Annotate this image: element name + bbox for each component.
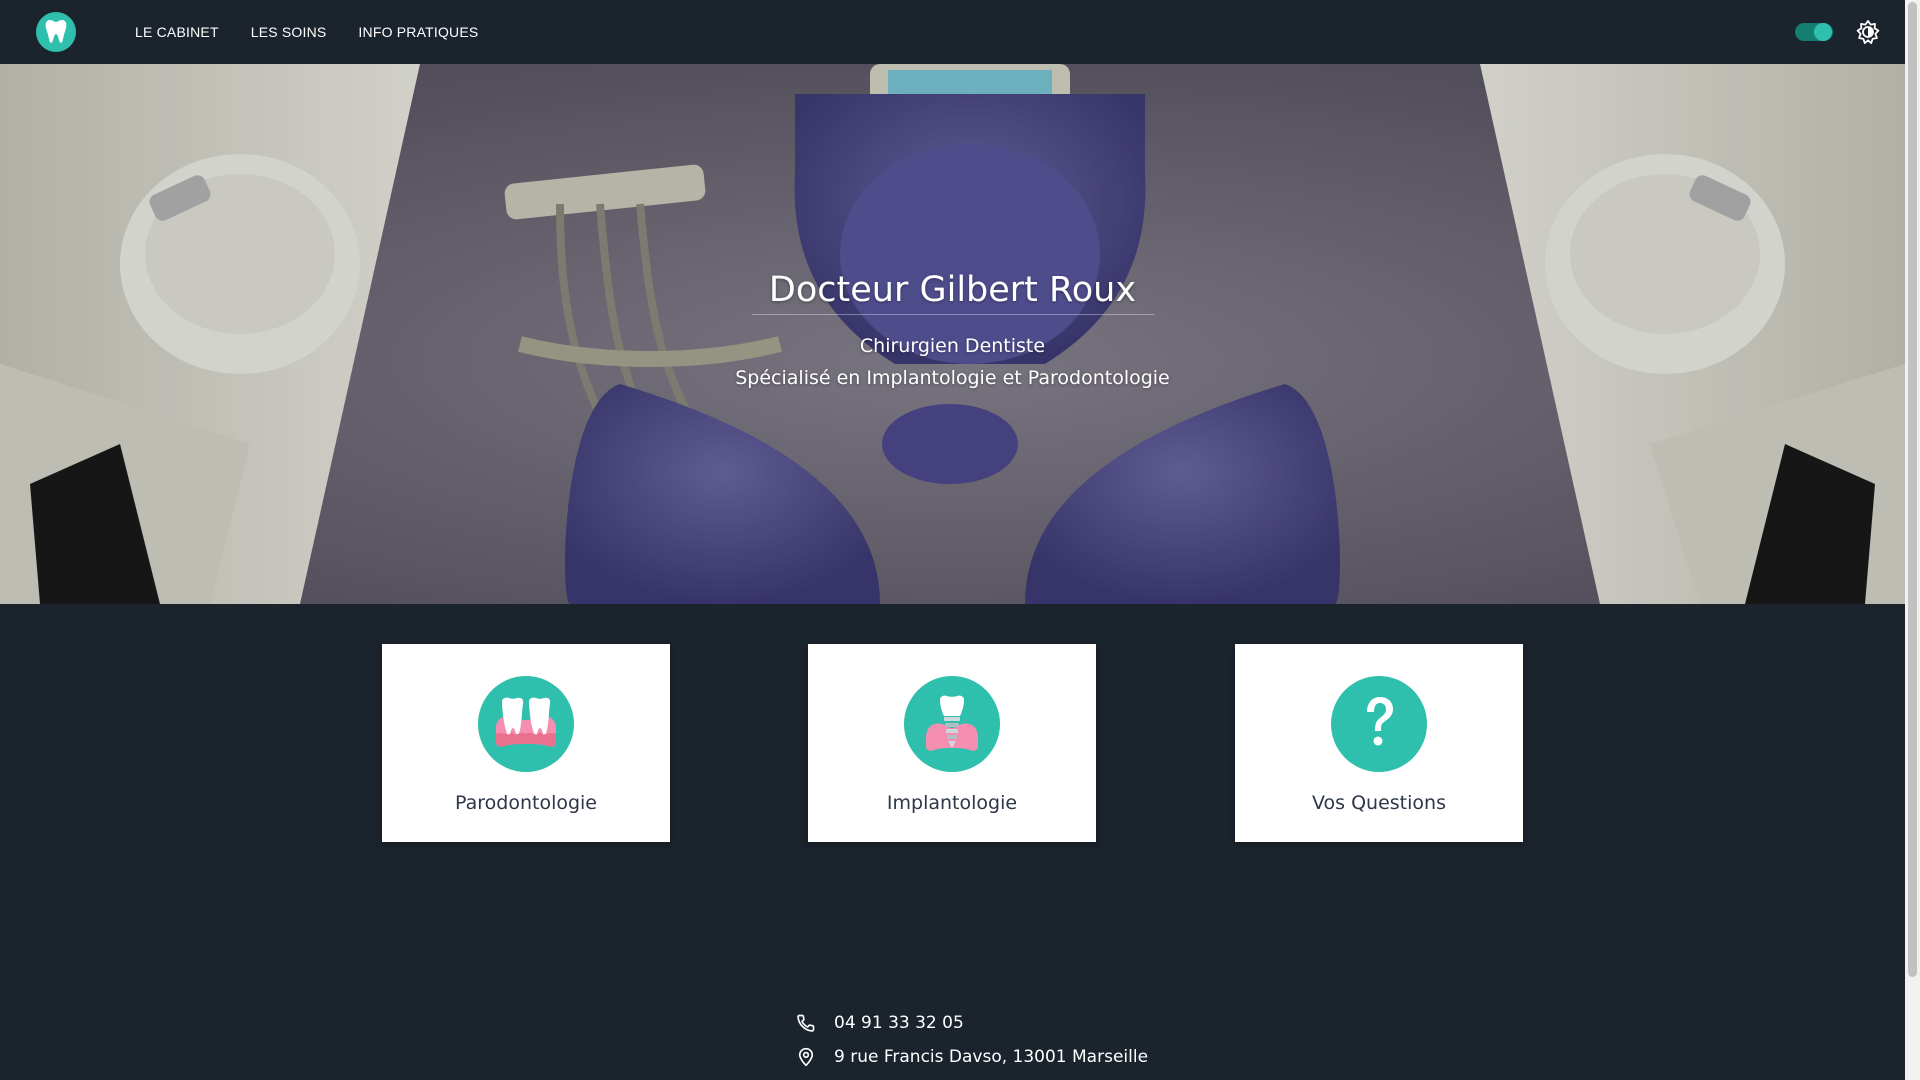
hero-text-block: Docteur Gilbert Roux Chirurgien Dentiste… bbox=[0, 64, 1905, 604]
card-label: Vos Questions bbox=[1312, 792, 1446, 814]
page-scrollbar[interactable] bbox=[1905, 0, 1920, 1080]
card-parodontologie[interactable]: Parodontologie bbox=[382, 644, 670, 842]
phone-number: 04 91 33 32 05 bbox=[834, 1013, 964, 1033]
hero-subtitle: Chirurgien Dentiste bbox=[859, 335, 1046, 357]
contact-phone[interactable]: 04 91 33 32 05 bbox=[796, 1013, 964, 1033]
hero-specialty: Spécialisé en Implantologie et Parodonto… bbox=[735, 367, 1170, 389]
card-implantologie[interactable]: Implantologie bbox=[808, 644, 1096, 842]
phone-icon bbox=[797, 1014, 815, 1032]
toggle-knob bbox=[1814, 23, 1832, 41]
nav-link-les-soins[interactable]: LES SOINS bbox=[251, 24, 327, 40]
logo-button[interactable] bbox=[36, 12, 76, 52]
card-vos-questions[interactable]: Vos Questions bbox=[1235, 644, 1523, 842]
address-text: 9 rue Francis Davso, 13001 Marseille bbox=[834, 1047, 1149, 1067]
nav-link-info-pratiques[interactable]: INFO PRATIQUES bbox=[358, 24, 478, 40]
contact-address[interactable]: 9 rue Francis Davso, 13001 Marseille bbox=[796, 1047, 1148, 1067]
hero-title: Docteur Gilbert Roux bbox=[768, 270, 1137, 310]
dental-implant-icon bbox=[904, 676, 1000, 772]
theme-toggle[interactable] bbox=[1795, 23, 1833, 41]
top-navbar: LE CABINET LES SOINS INFO PRATIQUES bbox=[0, 0, 1905, 64]
location-pin-icon bbox=[798, 1047, 814, 1067]
tooth-icon bbox=[45, 20, 67, 43]
hero-banner: Docteur Gilbert Roux Chirurgien Dentiste… bbox=[0, 64, 1905, 604]
card-label: Parodontologie bbox=[455, 792, 597, 814]
gums-teeth-icon bbox=[478, 676, 574, 772]
nav-link-le-cabinet[interactable]: LE CABINET bbox=[135, 24, 219, 40]
card-label: Implantologie bbox=[886, 792, 1018, 814]
question-mark-icon bbox=[1331, 676, 1427, 772]
hero-divider bbox=[752, 314, 1154, 315]
scrollbar-thumb[interactable] bbox=[1908, 2, 1917, 977]
brightness-icon[interactable] bbox=[1856, 20, 1880, 44]
main-nav: LE CABINET LES SOINS INFO PRATIQUES bbox=[135, 0, 478, 64]
